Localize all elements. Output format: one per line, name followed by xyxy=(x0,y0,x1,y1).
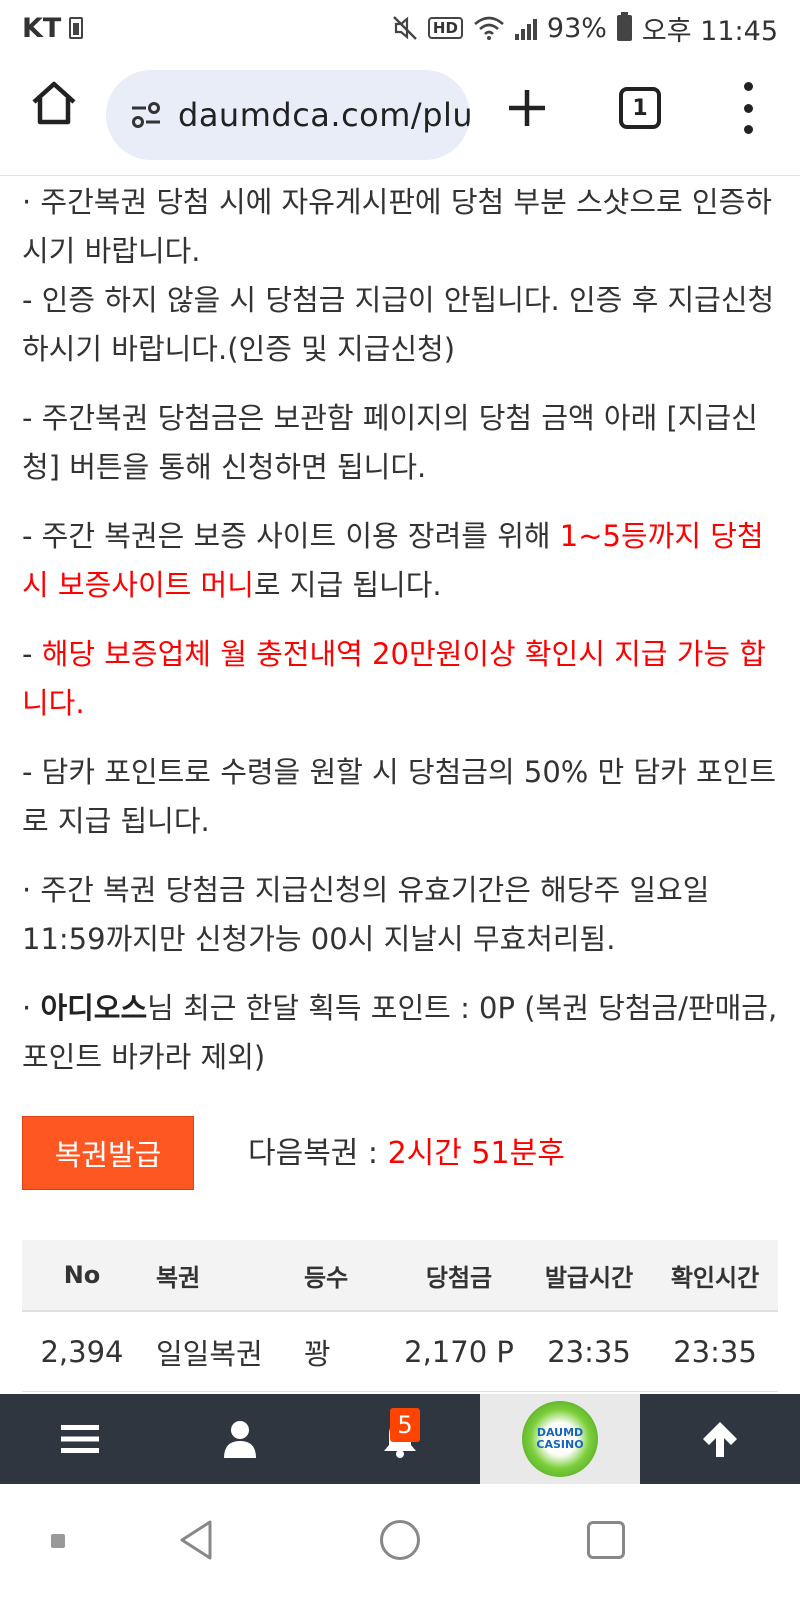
new-tab-icon[interactable] xyxy=(505,86,549,130)
mute-icon xyxy=(393,16,417,40)
android-nav-bar xyxy=(0,1484,800,1600)
cell-prize: 2,170 P xyxy=(404,1334,514,1369)
table-header: No 복권 등수 당첨금 발급시간 확인시간 xyxy=(22,1240,778,1312)
back-icon[interactable] xyxy=(176,1518,216,1562)
carrier-label: KT xyxy=(22,12,62,44)
table-row: 2,394 일일복권 꽝 2,170 P 23:35 23:35 xyxy=(22,1312,778,1392)
next-lottery-time: 2시간 51분후 xyxy=(387,1136,565,1171)
arrow-up-icon xyxy=(703,1422,737,1457)
notification-badge: 5 xyxy=(390,1408,420,1442)
keyboard-toggle-icon[interactable] xyxy=(51,1534,65,1548)
nav-scroll-top[interactable] xyxy=(640,1394,800,1484)
home-icon[interactable] xyxy=(28,78,80,130)
browser-toolbar: daumdca.com/plu 1 xyxy=(0,56,800,176)
lottery-notice: · 주간복권 당첨 시에 자유게시판에 당첨 부분 스샷으로 인증하시기 바랍니… xyxy=(22,178,782,1102)
points-summary: · 아디오스님 최근 한달 획득 포인트 : 0P (복권 당첨금/판매금, 포… xyxy=(22,991,778,1074)
nav-casino-logo[interactable]: DAUMD CASINO xyxy=(480,1394,640,1484)
site-bottom-nav: 5 DAUMD CASINO xyxy=(0,1394,800,1484)
col-lottery: 복권 xyxy=(156,1263,201,1292)
col-no: No xyxy=(63,1261,101,1289)
nav-menu[interactable] xyxy=(0,1394,160,1484)
recent-apps-icon[interactable] xyxy=(587,1521,625,1559)
nav-profile[interactable] xyxy=(160,1394,320,1484)
issue-lottery-button[interactable]: 복권발급 xyxy=(22,1116,194,1190)
next-lottery-timer: 다음복권 : 2시간 51분후 xyxy=(248,1136,565,1171)
col-prize: 당첨금 xyxy=(425,1263,493,1292)
wifi-icon xyxy=(474,16,504,40)
notice-line: - 주간복권 당첨금은 보관함 페이지의 당첨 금액 아래 [지급신청] 버튼을… xyxy=(22,401,758,484)
tab-switcher-button[interactable]: 1 xyxy=(619,87,661,129)
cell-no: 2,394 xyxy=(40,1334,124,1369)
signal-icon xyxy=(514,16,537,40)
url-text[interactable]: daumdca.com/plu xyxy=(178,96,470,134)
col-issued-time: 발급시간 xyxy=(544,1263,634,1292)
more-menu-icon[interactable] xyxy=(740,82,756,134)
notice-line: - 인증 하지 않을 시 당첨금 지급이 안됩니다. 인증 후 지급신청 하시기… xyxy=(22,283,775,366)
hd-voice-icon: HD xyxy=(427,17,463,39)
notice-line: - 해당 보증업체 월 충전내역 20만원이상 확인시 지급 가능 합니다. xyxy=(22,637,766,720)
status-bar: KT HD 93% 오후 11:45 xyxy=(0,0,800,56)
notice-line: - 담카 포인트로 수령을 원할 시 당첨금의 50% 만 담카 포인트로 지급… xyxy=(22,755,777,838)
nav-notifications[interactable]: 5 xyxy=(320,1394,480,1484)
tab-count: 1 xyxy=(632,95,648,121)
battery-icon xyxy=(616,12,632,41)
lottery-history-table: No 복권 등수 당첨금 발급시간 확인시간 2,394 일일복권 꽝 2,17… xyxy=(22,1240,778,1392)
android-home-icon[interactable] xyxy=(380,1520,420,1560)
highlight-text: 해당 보증업체 월 충전내역 20만원이상 확인시 지급 가능 합니다. xyxy=(22,637,766,720)
cell-issued-time: 23:35 xyxy=(547,1334,631,1369)
cell-rank: 꽝 xyxy=(304,1336,331,1371)
notice-line: - 주간 복권은 보증 사이트 이용 장려를 위해 1~5등까지 당첨 시 보증… xyxy=(22,519,764,602)
issue-row: 복권발급 다음복권 : 2시간 51분후 xyxy=(22,1116,782,1190)
cell-lottery: 일일복권 xyxy=(156,1336,263,1371)
notice-line: · 주간 복권 당첨금 지급신청의 유효기간은 해당주 일요일 11:59까지만… xyxy=(22,873,710,956)
site-settings-icon[interactable] xyxy=(128,97,164,133)
address-bar[interactable]: daumdca.com/plu xyxy=(106,70,470,160)
clock: 오후 11:45 xyxy=(641,15,778,47)
hamburger-icon xyxy=(61,1425,99,1453)
col-rank: 등수 xyxy=(304,1263,349,1292)
battery-percent: 93% xyxy=(546,12,607,44)
user-icon xyxy=(224,1421,256,1458)
notice-line: · 주간복권 당첨 시에 자유게시판에 당첨 부분 스샷으로 인증하시기 바랍니… xyxy=(22,185,772,268)
daumd-casino-logo: DAUMD CASINO xyxy=(522,1401,598,1477)
battery-saver-icon xyxy=(69,17,84,39)
username: 아디오스 xyxy=(40,991,148,1025)
cell-checked-time: 23:35 xyxy=(673,1334,757,1369)
col-checked-time: 확인시간 xyxy=(670,1263,760,1292)
